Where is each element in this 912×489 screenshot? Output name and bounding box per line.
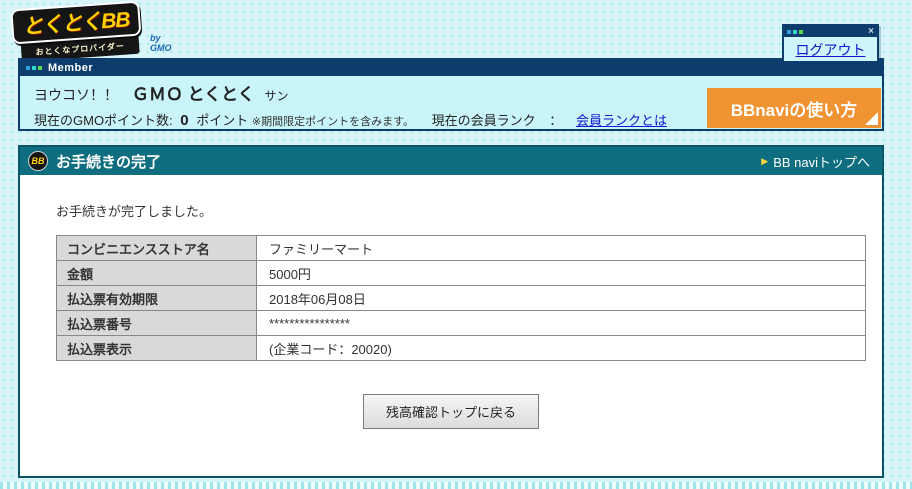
table-row: 金額 5000円 (56, 260, 866, 286)
row-label: 払込票表示 (56, 335, 257, 361)
logout-window: × ログアウト (782, 24, 879, 63)
row-value: (企業コード：20020) (256, 335, 866, 361)
row-label: コンビニエンスストア名 (56, 235, 257, 261)
logout-link[interactable]: ログアウト (796, 40, 866, 60)
corner-triangle-icon (865, 112, 878, 125)
logout-window-titlebar: × (784, 26, 877, 37)
table-row: 払込票表示 (企業コード：20020) (56, 335, 866, 361)
tokutoku-bb-logo: とくとくBB おとくなプロバイダー by GMO (10, 0, 182, 62)
page-title: お手続きの完了 (56, 153, 162, 171)
bb-icon: BB (28, 151, 48, 171)
member-titlebar: Member (20, 60, 882, 76)
row-label: 払込票番号 (56, 310, 257, 336)
welcome-suffix: サン (264, 89, 289, 103)
rank-label: 現在の会員ランク (431, 113, 536, 128)
bbnavi-guide-button[interactable]: BBnaviの使い方 (707, 88, 881, 128)
points-note: ※期間限定ポイントを含みます。 (251, 116, 415, 128)
welcome-prefix: ヨウコソ！！ (34, 87, 118, 103)
logo-title: とくとくBB (21, 8, 131, 39)
points-label: 現在のGMOポイント数: (34, 113, 173, 128)
points-unit: ポイント (196, 113, 249, 128)
close-icon[interactable]: × (868, 26, 874, 37)
section-header: BB お手続きの完了 ▶ BB naviトップへ (20, 147, 882, 175)
procedure-complete-panel: BB お手続きの完了 ▶ BB naviトップへ お手続きが完了しました。 コン… (18, 145, 884, 478)
row-value: ファミリーマート (256, 235, 866, 261)
table-row: 払込票番号 **************** (56, 310, 866, 336)
completion-message: お手続きが完了しました。 (56, 204, 213, 219)
row-value: **************** (256, 310, 866, 336)
member-panel: Member ヨウコソ！！ ＧＭＯ とくとく サン 現在のGMOポイント数: 0… (18, 58, 884, 131)
bbnavi-guide-label: BBnaviの使い方 (730, 100, 858, 120)
rank-separator: ： (549, 113, 563, 128)
member-label: Member (48, 62, 94, 74)
row-value: 2018年06月08日 (256, 285, 866, 311)
points-value: 0 (180, 112, 189, 129)
logo-tagline: おとくなプロバイダー (35, 41, 126, 57)
member-dots-icon (26, 66, 42, 70)
window-dots-icon (787, 29, 803, 34)
arrow-icon: ▶ (761, 155, 769, 166)
member-name: ＧＭＯ とくとく (131, 85, 255, 104)
row-label: 金額 (56, 260, 257, 286)
bbnavi-top-label: BB naviトップへ (773, 154, 870, 170)
back-to-balance-top-button[interactable]: 残高確認トップに戻る (362, 394, 539, 429)
row-label: 払込票有効期限 (56, 285, 257, 311)
logo-by-gmo: by GMO (150, 33, 172, 53)
rank-info-link[interactable]: 会員ランクとは (576, 113, 667, 128)
footer-strip (0, 482, 912, 489)
row-value: 5000円 (256, 260, 866, 286)
bbnavi-top-link[interactable]: ▶ BB naviトップへ (761, 152, 870, 171)
payment-details-table: コンビニエンスストア名 ファミリーマート 金額 5000円 払込票有効期限 20… (56, 235, 866, 361)
table-row: コンビニエンスストア名 ファミリーマート (56, 235, 866, 261)
table-row: 払込票有効期限 2018年06月08日 (56, 285, 866, 311)
